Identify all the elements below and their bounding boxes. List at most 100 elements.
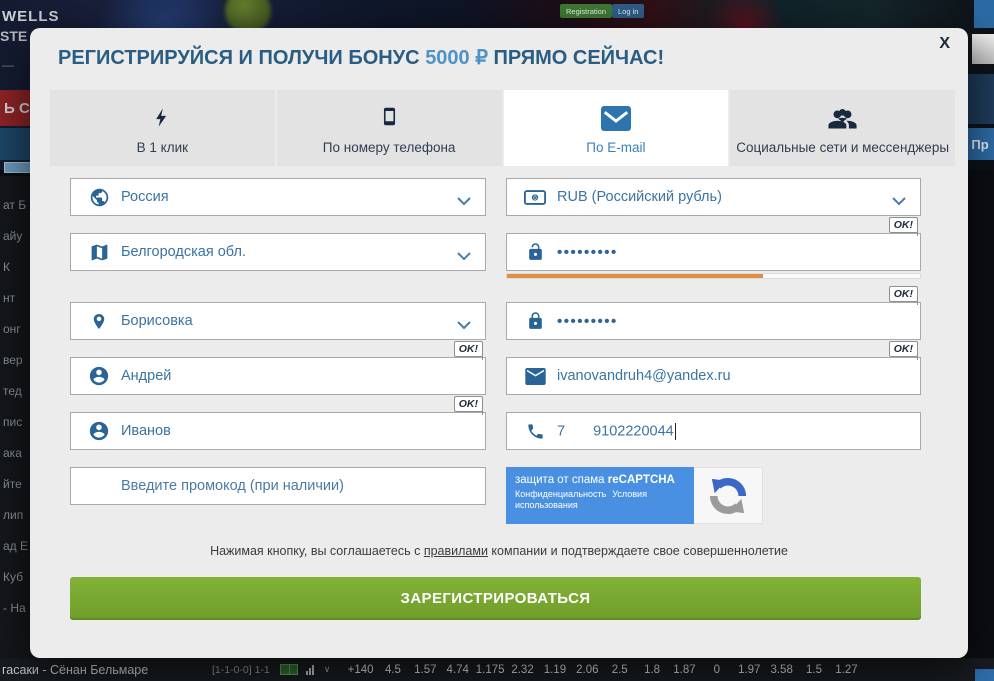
ok-badge: OK! xyxy=(889,217,918,233)
odd-value: 1.175 xyxy=(474,664,506,676)
edge-block xyxy=(975,669,994,681)
phone-input[interactable]: 7 9102220044 xyxy=(506,412,921,450)
odd-value: 3.58 xyxy=(765,664,797,676)
odd-value: 2.5 xyxy=(604,664,636,676)
tab-label: По E-mail xyxy=(586,140,645,155)
password-masked-value: ••••••••• xyxy=(557,244,618,261)
recaptcha-widget[interactable]: защита от спама reCAPTCHA Конфиденциальн… xyxy=(506,467,763,524)
agreement-note: Нажимая кнопку, вы соглашаетесь с правил… xyxy=(30,544,968,558)
registration-modal: X РЕГИСТРИРУЙСЯ И ПОЛУЧИ БОНУС 5000 ₽ ПР… xyxy=(30,28,968,658)
promo-edge-button[interactable]: Пр xyxy=(966,128,994,160)
globe-icon xyxy=(88,187,110,208)
recaptcha-brand: reCAPTCHA xyxy=(608,474,675,486)
email-input[interactable]: OK! ivanovandruh4@yandex.ru xyxy=(506,357,921,395)
odd-value: 1.5 xyxy=(798,664,830,676)
password-repeat-input[interactable]: OK! ••••••••• xyxy=(506,302,921,340)
ok-badge: OK! xyxy=(889,286,918,302)
phone-country-code: 7 xyxy=(557,423,565,439)
tab-label: По номеру телефона xyxy=(323,140,456,155)
phone-icon xyxy=(524,422,546,441)
tab-phone-number[interactable]: По номеру телефона xyxy=(277,90,502,166)
ok-badge: OK! xyxy=(889,341,918,357)
edge-block xyxy=(972,34,994,64)
user-icon xyxy=(88,420,110,442)
register-button[interactable]: ЗАРЕГИСТРИРОВАТЬСЯ xyxy=(70,577,921,620)
promo-code-input[interactable]: Введите промокод (при наличии) xyxy=(70,467,486,505)
phone-number: 9102220044 xyxy=(593,423,674,439)
region-value: Белгородская обл. xyxy=(121,244,246,260)
chevron-down-icon xyxy=(457,248,471,266)
odd-value: 0 xyxy=(701,664,733,676)
country-value: Россия xyxy=(121,189,169,205)
registration-button[interactable]: Registration xyxy=(560,4,612,18)
tab-label: Социальные сети и мессенджеры xyxy=(736,140,949,155)
text-caret xyxy=(675,423,677,440)
stats-icon[interactable] xyxy=(306,665,314,675)
tab-email[interactable]: По E-mail xyxy=(504,90,729,166)
password-input[interactable]: OK! ••••••••• xyxy=(506,233,921,271)
lock-icon xyxy=(524,310,546,332)
lock-open-icon xyxy=(524,241,546,263)
map-icon xyxy=(88,242,110,263)
currency-select[interactable]: 0 RUB (Российский рубль) xyxy=(506,178,921,216)
rules-link[interactable]: правилами xyxy=(424,544,488,558)
banner-text-fragment: STE xyxy=(0,28,27,44)
odds-table-row[interactable]: гасаки - Сёнан Бельмаре [1-1-0-0] 1-1 ∨ … xyxy=(0,658,994,681)
pitch-icon xyxy=(280,664,298,675)
envelope-icon xyxy=(524,368,546,385)
chevron-down-icon xyxy=(892,193,906,211)
first-name-input[interactable]: OK! Андрей xyxy=(70,357,486,395)
odd-value: 1.19 xyxy=(539,664,571,676)
close-icon[interactable]: X xyxy=(939,35,950,53)
email-value: ivanovandruh4@yandex.ru xyxy=(557,368,731,384)
city-select[interactable]: Борисовка xyxy=(70,302,486,340)
location-pin-icon xyxy=(88,311,110,332)
ok-badge: OK! xyxy=(454,341,483,357)
first-name-value: Андрей xyxy=(121,368,171,384)
odd-value: 4.74 xyxy=(442,664,474,676)
password-strength-bar xyxy=(506,273,921,279)
password-strength-fill xyxy=(507,274,763,278)
match-score: [1-1-0-0] 1-1 xyxy=(212,664,270,676)
region-select[interactable]: Белгородская обл. xyxy=(70,233,486,271)
banner-text-fragment: — xyxy=(2,58,14,72)
odd-value: 2.32 xyxy=(506,664,538,676)
smartphone-icon xyxy=(380,101,399,131)
odd-value: 1.87 xyxy=(668,664,700,676)
recaptcha-privacy-link[interactable]: Конфиденциальность xyxy=(515,489,606,499)
edge-block xyxy=(968,74,994,124)
odds-values[interactable]: +1404.51.574.741.1752.321.192.062.51.81.… xyxy=(344,664,862,676)
tab-one-click[interactable]: В 1 клик xyxy=(50,90,275,166)
login-button[interactable]: Log in xyxy=(612,4,644,18)
last-name-input[interactable]: OK! Иванов xyxy=(70,412,486,450)
odd-value: 1.27 xyxy=(830,664,862,676)
odd-value: 4.5 xyxy=(377,664,409,676)
odd-value: 1.97 xyxy=(733,664,765,676)
agreement-text: Нажимая кнопку, вы соглашаетесь с xyxy=(210,544,424,558)
tab-social-messengers[interactable]: Социальные сети и мессенджеры xyxy=(730,90,955,166)
chevron-down-icon xyxy=(457,317,471,335)
chevron-down-icon[interactable]: ∨ xyxy=(324,664,331,675)
banner-text-fragment: WELLS xyxy=(2,8,60,25)
title-prefix: РЕГИСТРИРУЙСЯ И ПОЛУЧИ БОНУС xyxy=(58,47,425,69)
people-icon xyxy=(827,101,858,131)
country-select[interactable]: Россия xyxy=(70,178,486,216)
monitor-icon xyxy=(4,162,32,173)
odd-value: +140 xyxy=(344,664,376,676)
envelope-icon xyxy=(601,101,631,131)
password-repeat-masked-value: ••••••••• xyxy=(557,313,618,330)
odd-value: 2.06 xyxy=(571,664,603,676)
screen: WELLS STE — Registration Log in Ь С ат Б… xyxy=(0,0,994,681)
odd-value: 1.57 xyxy=(409,664,441,676)
ok-badge: OK! xyxy=(454,396,483,412)
modal-title: РЕГИСТРИРУЙСЯ И ПОЛУЧИ БОНУС 5000 ₽ ПРЯМ… xyxy=(58,45,664,70)
odd-value: 1.8 xyxy=(636,664,668,676)
tab-label: В 1 клик xyxy=(137,140,188,155)
lightning-icon xyxy=(152,101,172,131)
banknote-icon: 0 xyxy=(524,189,546,206)
promo-placeholder: Введите промокод (при наличии) xyxy=(121,478,344,494)
title-bonus-amount: 5000 ₽ xyxy=(425,47,488,69)
phone-value: 7 9102220044 xyxy=(557,423,676,440)
city-value: Борисовка xyxy=(121,313,193,329)
currency-value: RUB (Российский рубль) xyxy=(557,189,722,205)
